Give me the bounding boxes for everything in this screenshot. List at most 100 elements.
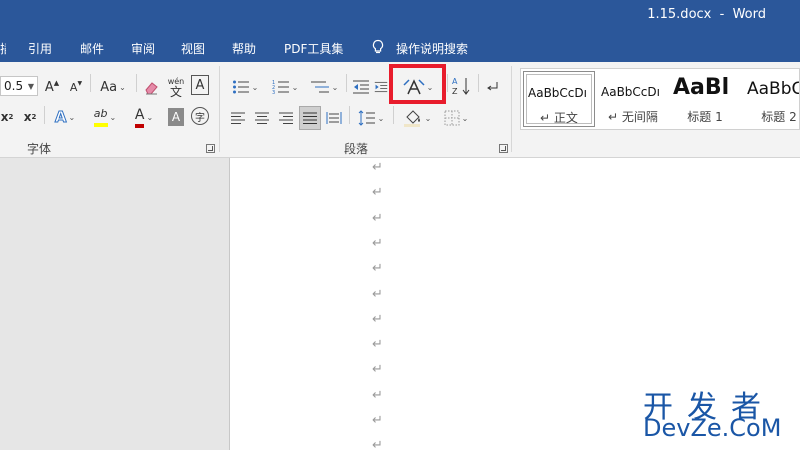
divider — [393, 106, 394, 124]
numbered-list-icon: 1 2 3 — [272, 80, 289, 95]
paragraph-mark: ↵ — [372, 261, 383, 277]
highlight-color-button[interactable]: ab ⌄ — [88, 106, 122, 128]
divider — [447, 74, 448, 92]
divider — [44, 106, 45, 124]
paragraph-mark: ↵ — [372, 185, 383, 201]
superscript-label: x — [23, 110, 32, 124]
text-effects-button[interactable]: A ⌄ — [50, 106, 80, 128]
change-case-button[interactable]: Aa ⌄ — [96, 76, 130, 98]
decrease-indent-icon — [353, 80, 369, 94]
chevron-down-icon: ⌄ — [119, 82, 126, 92]
shading-button[interactable]: ⌄ — [399, 107, 435, 129]
distributed-align-icon — [326, 112, 342, 124]
align-center-button[interactable] — [253, 107, 271, 129]
font-color-label: A — [134, 107, 145, 128]
paragraph-mark: ↵ — [372, 438, 383, 450]
divider — [349, 106, 350, 124]
paragraph-mark: ↵ — [372, 387, 383, 403]
divider — [90, 74, 91, 92]
font-color-button[interactable]: A ⌄ — [128, 106, 160, 128]
eraser-icon — [145, 82, 158, 95]
highlight-annotation — [389, 64, 446, 104]
ribbon-tabs: 插 引用 邮件 审阅 视图 帮助 PDF工具集 操作说明搜索 — [0, 32, 800, 62]
increase-indent-button[interactable] — [374, 76, 388, 98]
caret-down-small-icon: ▼ — [77, 79, 83, 87]
style-no-spacing[interactable]: AaBbCcDı ↵ 无间隔 — [597, 71, 669, 127]
style-name-text: 正文 — [553, 111, 578, 125]
superscript-mark: 2 — [31, 113, 37, 121]
font-size-box[interactable]: 0.5 ▼ — [0, 76, 38, 96]
paragraph-mark: ↵ — [372, 210, 383, 226]
font-dialog-launcher-icon[interactable] — [206, 144, 215, 153]
decrease-indent-button[interactable] — [351, 76, 371, 98]
distributed-button[interactable] — [325, 107, 343, 129]
paragraph-dialog-launcher-icon[interactable] — [499, 144, 508, 153]
group-separator — [511, 66, 512, 152]
shrink-font-button[interactable]: A ▼ — [68, 76, 84, 98]
highlight-label: ab — [93, 107, 108, 127]
tab-view[interactable]: 视图 — [181, 40, 205, 57]
phonetic-bottom: 文 — [169, 85, 182, 99]
align-justify-icon — [303, 112, 317, 124]
chevron-down-icon[interactable]: ▼ — [28, 78, 34, 96]
align-center-icon — [255, 112, 269, 124]
style-normal[interactable]: AaBbCcDı ↵ 正文 — [523, 71, 595, 127]
tell-me-search[interactable]: 操作说明搜索 — [396, 40, 468, 57]
paragraph-mark: ↵ — [372, 286, 383, 302]
justify-button[interactable] — [299, 106, 321, 130]
multilevel-list-button[interactable]: ⌄ — [306, 76, 342, 98]
paint-bucket-icon — [403, 110, 420, 127]
window-title: 1.15.docx - Word — [647, 7, 766, 22]
tab-help[interactable]: 帮助 — [232, 40, 256, 57]
grow-font-button[interactable]: A ▲ — [44, 76, 60, 98]
chevron-down-icon: ⌄ — [251, 82, 259, 92]
show-hide-marks-button[interactable] — [484, 76, 502, 98]
tab-clipped[interactable]: 插 — [0, 40, 6, 57]
style-heading-1[interactable]: AaBl 标题 1 — [669, 71, 741, 127]
character-shading-label: A — [171, 110, 181, 124]
paragraph-mark: ↵ — [372, 413, 383, 428]
character-border-button[interactable]: A — [191, 75, 209, 95]
lightbulb-icon[interactable] — [370, 39, 386, 55]
style-sample: AaBbC — [747, 79, 800, 99]
chevron-down-icon: ⌄ — [68, 112, 76, 122]
align-left-button[interactable] — [229, 107, 247, 129]
character-shading-button[interactable]: A — [168, 108, 184, 126]
style-sample: AaBbCcDı — [601, 85, 660, 99]
title-bar: 1.15.docx - Word — [0, 0, 800, 32]
tab-review[interactable]: 审阅 — [131, 40, 155, 57]
font-group-label: 字体 — [27, 142, 52, 156]
increase-indent-icon — [374, 81, 388, 93]
numbering-button[interactable]: 1 2 3 ⌄ — [268, 76, 302, 98]
bullets-button[interactable]: ⌄ — [228, 76, 262, 98]
clear-formatting-button[interactable] — [142, 76, 162, 98]
borders-icon — [444, 110, 460, 126]
superscript-button[interactable]: x2 — [22, 106, 38, 128]
svg-text:3: 3 — [272, 90, 275, 95]
multilevel-list-icon — [310, 81, 329, 93]
tab-mailings[interactable]: 邮件 — [80, 40, 104, 57]
align-left-icon — [231, 112, 245, 124]
tab-pdf-tools[interactable]: PDF工具集 — [284, 40, 343, 57]
tab-references[interactable]: 引用 — [28, 40, 52, 57]
style-name: 标题 1 — [687, 110, 723, 124]
borders-button[interactable]: ⌄ — [440, 107, 472, 129]
style-heading-2[interactable]: AaBbC 标题 2 — [743, 71, 800, 127]
phonetic-guide-button[interactable]: wén 文 — [166, 74, 186, 100]
paragraph-mark: ↵ — [372, 337, 383, 353]
divider — [136, 74, 137, 92]
subscript-mark: 2 — [8, 113, 14, 121]
sort-icon: A Z — [452, 77, 470, 96]
line-spacing-icon — [358, 110, 375, 126]
line-spacing-button[interactable]: ⌄ — [354, 107, 388, 129]
style-name-text: 无间隔 — [621, 110, 658, 124]
text-effects-label: A — [54, 108, 67, 127]
paragraph-mark: ↵ — [372, 311, 383, 327]
align-right-icon — [279, 112, 293, 124]
subscript-button[interactable]: x2 — [0, 106, 14, 128]
chevron-down-icon: ⌄ — [146, 112, 154, 122]
sort-button[interactable]: A Z — [451, 75, 473, 97]
align-right-button[interactable] — [277, 107, 295, 129]
enclose-characters-button[interactable]: 字 — [191, 107, 209, 125]
change-case-label: Aa — [100, 79, 118, 95]
